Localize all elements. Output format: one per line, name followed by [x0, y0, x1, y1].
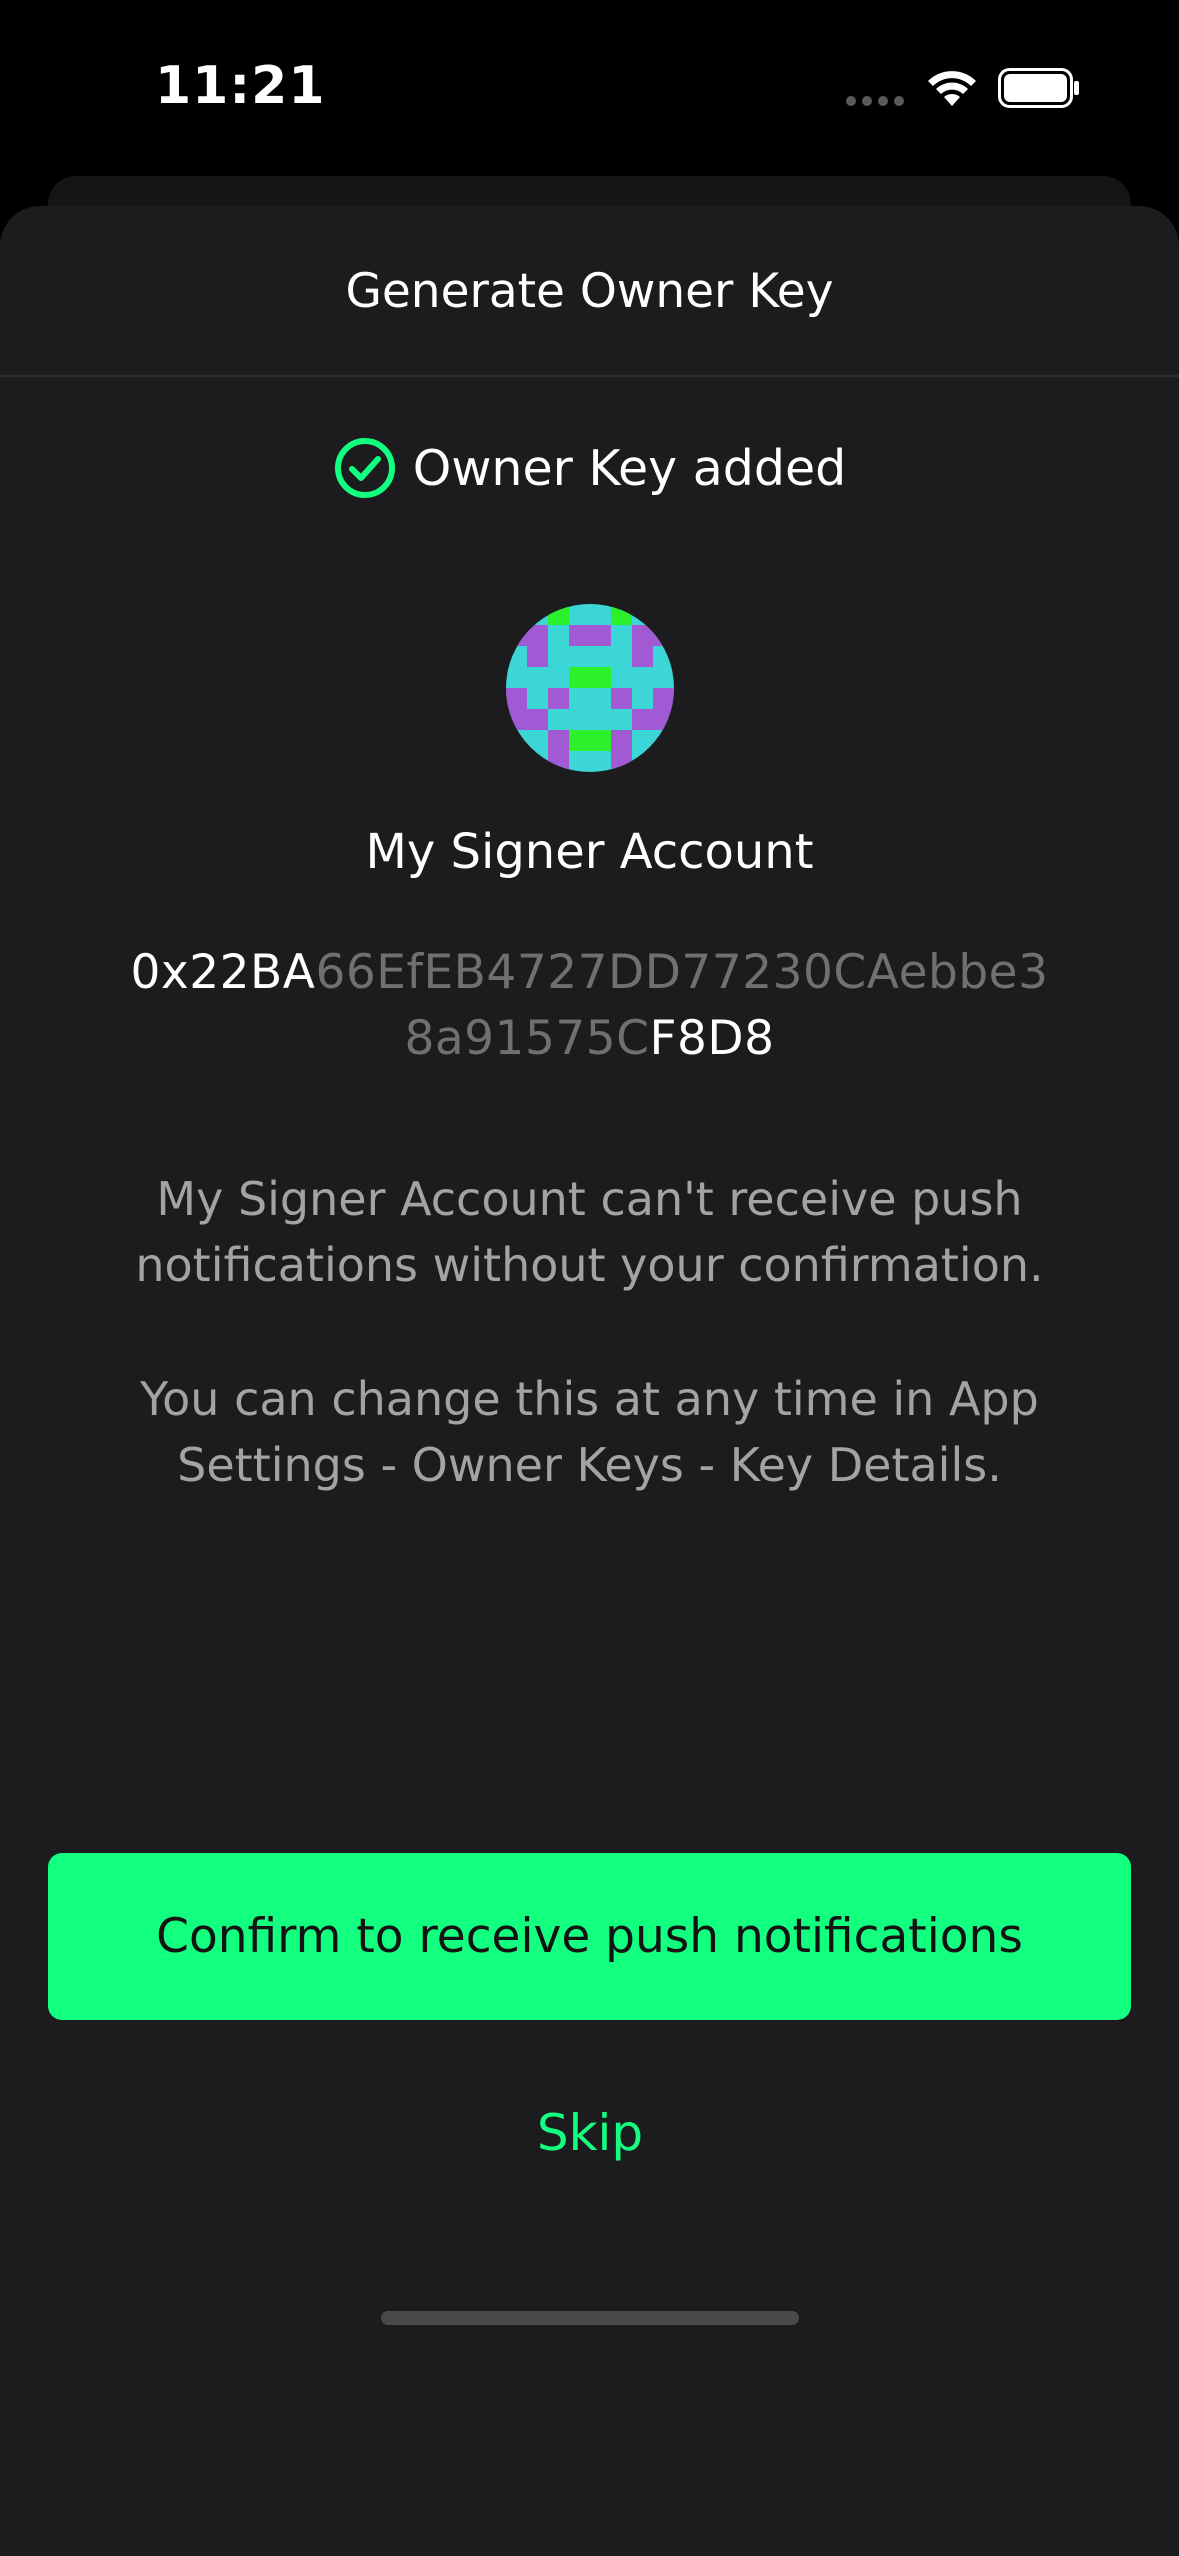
check-circle-icon — [334, 438, 395, 498]
settings-hint-info: You can change this at any time in App S… — [140, 1372, 1039, 1492]
account-address: 0x22BA66EfEB4727DD77230CAebbe38a91575CF8… — [130, 940, 1049, 1072]
identicon-avatar — [506, 604, 674, 772]
status-bar: 11:21 — [0, 0, 1179, 170]
battery-icon — [998, 68, 1079, 108]
title-divider — [0, 375, 1179, 377]
sheet-title: Generate Owner Key — [345, 264, 834, 319]
account-name: My Signer Account — [365, 824, 814, 880]
owner-key-added-text: Owner Key added — [412, 439, 847, 497]
bottom-sheet: Generate Owner Key Owner Key added My Si… — [0, 206, 1179, 2556]
status-time: 11:21 — [155, 56, 326, 116]
push-notification-info: My Signer Account can't receive push not… — [135, 1172, 1044, 1292]
wifi-icon — [928, 71, 976, 106]
confirm-push-notifications-button[interactable]: Confirm to receive push notifications — [48, 1853, 1131, 2020]
owner-key-added-status: Owner Key added — [0, 436, 1179, 500]
home-indicator — [381, 2311, 799, 2325]
address-suffix: F8D8 — [649, 1011, 775, 1066]
address-prefix: 0x22BA — [130, 945, 316, 1000]
cellular-signal-icon — [846, 96, 904, 106]
skip-button[interactable]: Skip — [440, 2104, 740, 2162]
